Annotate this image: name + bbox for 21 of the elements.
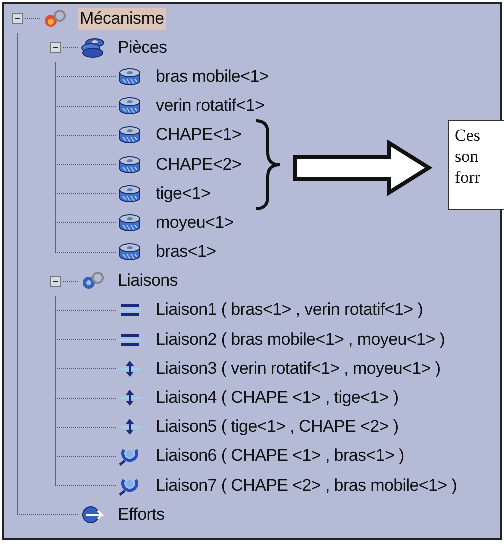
tree-item[interactable]: moyeu<1> bbox=[154, 212, 236, 234]
tree-item[interactable]: Liaison2 ( bras mobile<1> , moyeu<1> ) bbox=[154, 328, 448, 351]
callout-text: Ces bbox=[455, 125, 482, 146]
tree-item[interactable]: Liaison5 ( tige<1> , CHAPE <2> ) bbox=[154, 416, 401, 438]
callout-text: son bbox=[455, 146, 480, 167]
tree-item[interactable]: Mécanisme bbox=[78, 8, 166, 30]
tree-item[interactable]: Efforts bbox=[116, 504, 167, 526]
tree-item[interactable]: bras mobile<1> bbox=[154, 66, 271, 88]
tree-item[interactable]: tige<1> bbox=[154, 182, 213, 205]
tree-item[interactable]: CHAPE<2> bbox=[154, 154, 244, 176]
tree-item[interactable]: Liaison3 ( verin rotatif<1> , moyeu<1> ) bbox=[154, 358, 443, 380]
tree-item[interactable]: bras<1> bbox=[154, 241, 218, 264]
tree-item[interactable]: Liaisons bbox=[116, 270, 180, 292]
tree-item[interactable]: Liaison6 ( CHAPE <1> , bras<1> ) bbox=[154, 445, 406, 468]
tree-item[interactable]: verin rotatif<1> bbox=[154, 95, 267, 118]
tree-item[interactable]: CHAPE<1> bbox=[154, 124, 244, 146]
tree-item[interactable]: Liaison7 ( CHAPE <2> , bras mobile<1> ) bbox=[154, 474, 460, 497]
tree-item[interactable]: Liaison1 ( bras<1> , verin rotatif<1> ) bbox=[154, 299, 426, 322]
callout-text: forr bbox=[455, 167, 482, 188]
tree-item[interactable]: Pièces bbox=[116, 36, 170, 59]
tree-item[interactable]: Liaison4 ( CHAPE <1> , tige<1> ) bbox=[154, 387, 401, 410]
